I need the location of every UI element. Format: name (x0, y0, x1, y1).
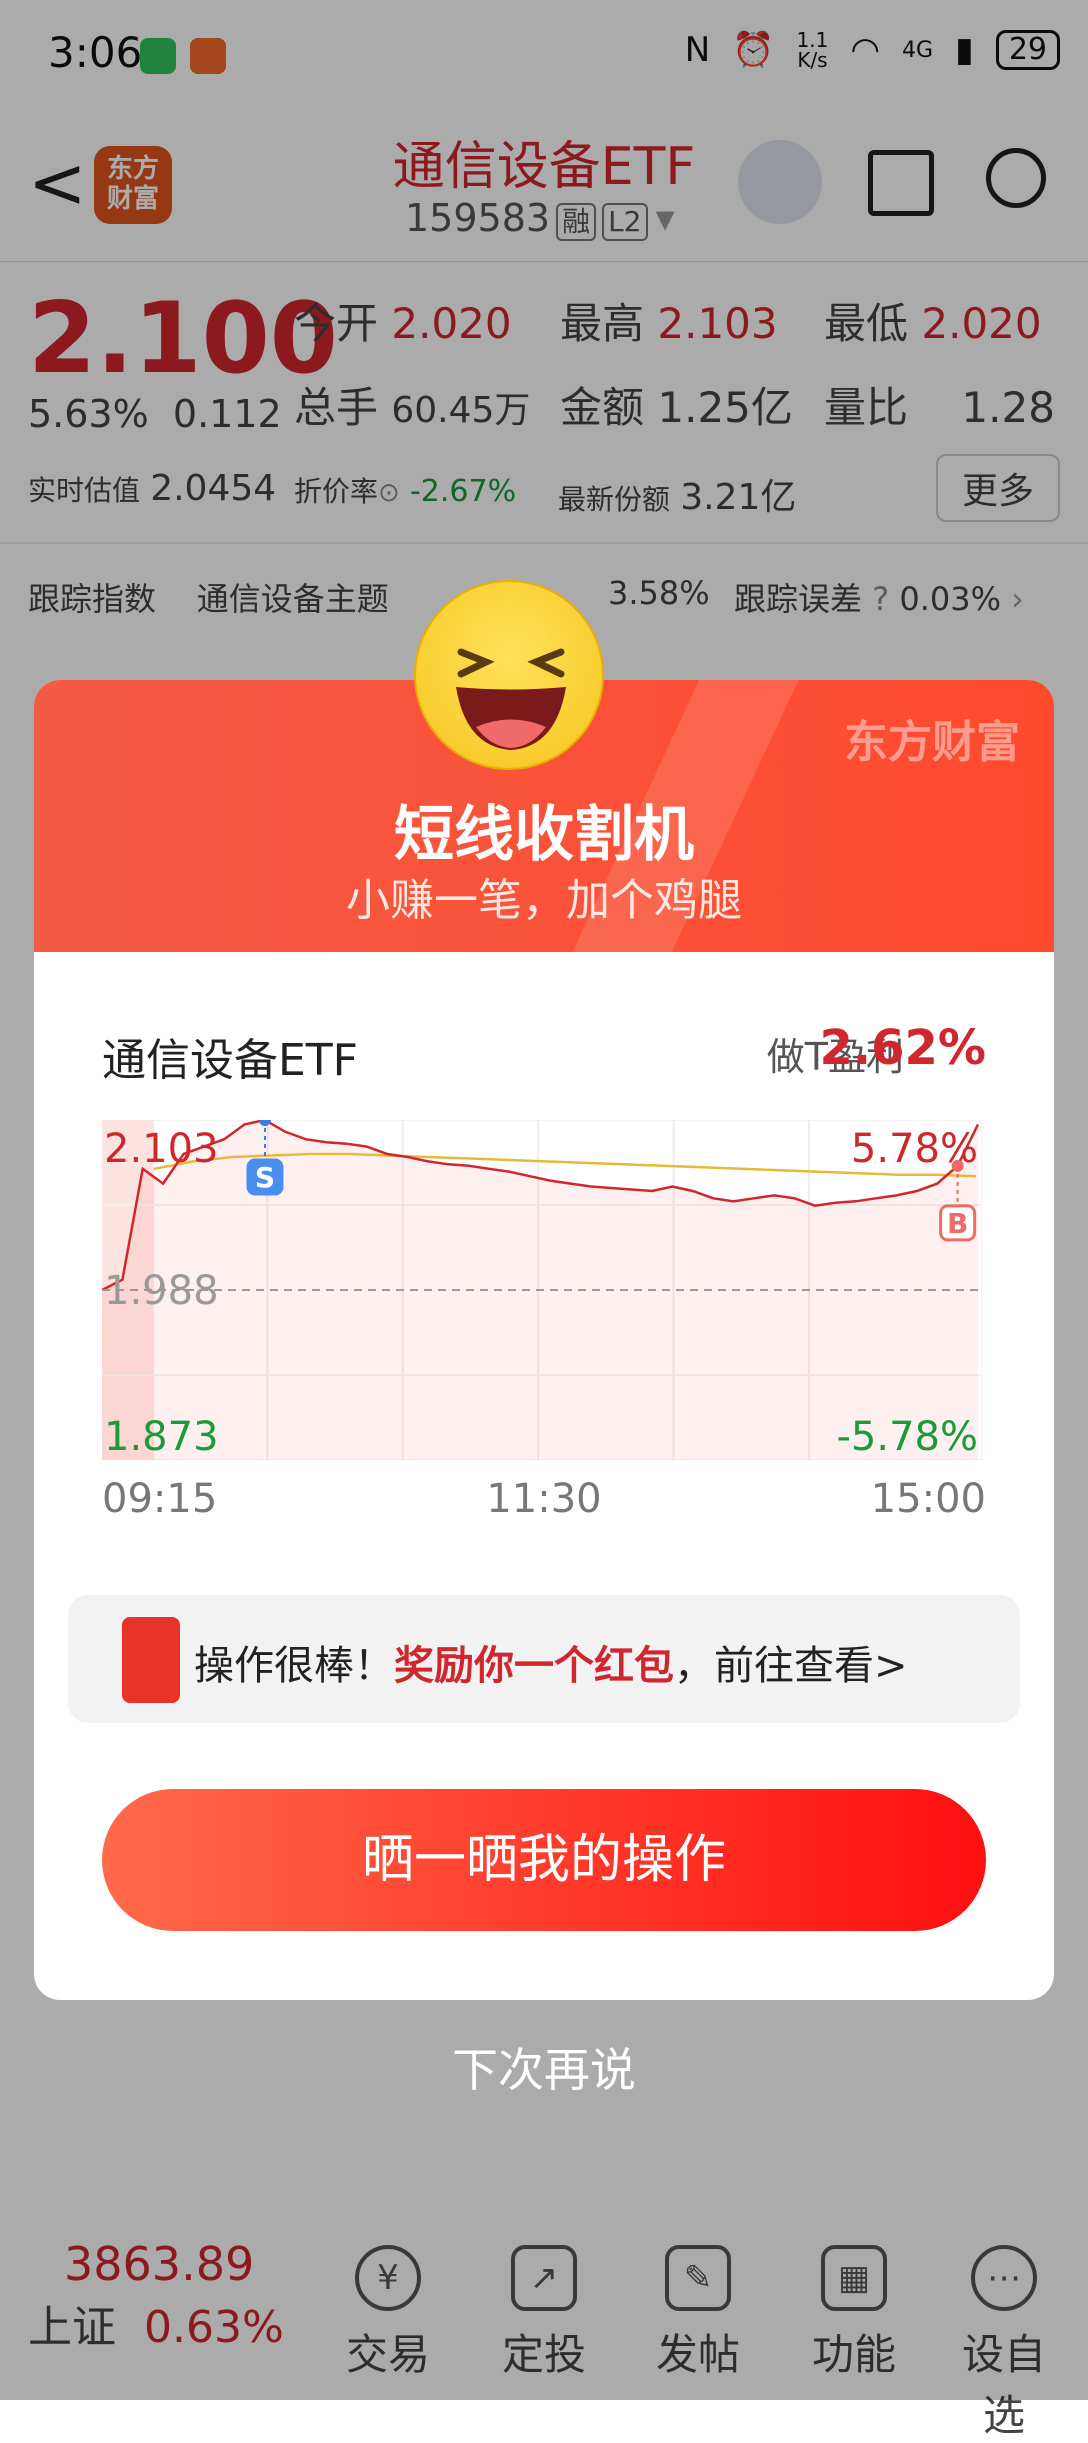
profit-value: 2.62% (819, 1020, 986, 1076)
x-tick-close: 15:00 (870, 1476, 986, 1522)
red-packet-banner[interactable]: 操作很棒！奖励你一个红包，前往查看> (68, 1595, 1020, 1723)
y-label-right-high: 5.78% (851, 1126, 978, 1172)
red-packet-text: 操作很棒！奖励你一个红包，前往查看> (194, 1643, 908, 1689)
share-modal: 东方财富 短线收割机 小赚一笔，加个鸡腿 通信设备ETF 做T盈利 2.62% … (34, 680, 1054, 2000)
brand-watermark: 东方财富 (844, 717, 1020, 768)
laughing-emoji-icon (414, 580, 604, 770)
marker-label: B (947, 1207, 968, 1240)
y-label-low: 1.873 (104, 1414, 219, 1460)
dismiss-later-button[interactable]: 下次再说 (0, 2034, 1088, 2100)
intraday-chart: S B 2.103 1.988 1.873 5.78% -5.78% (102, 1120, 982, 1460)
modal-subtitle: 小赚一笔，加个鸡腿 (346, 875, 742, 926)
y-label-high: 2.103 (104, 1126, 219, 1172)
share-operation-button[interactable]: 晒一晒我的操作 (102, 1789, 986, 1931)
marker-label: S (255, 1161, 275, 1194)
chart-title: 通信设备ETF (102, 1035, 358, 1086)
modal-title: 短线收割机 (394, 800, 694, 870)
red-packet-icon (122, 1617, 180, 1703)
y-label-right-low: -5.78% (836, 1414, 978, 1460)
y-label-base: 1.988 (104, 1268, 219, 1314)
